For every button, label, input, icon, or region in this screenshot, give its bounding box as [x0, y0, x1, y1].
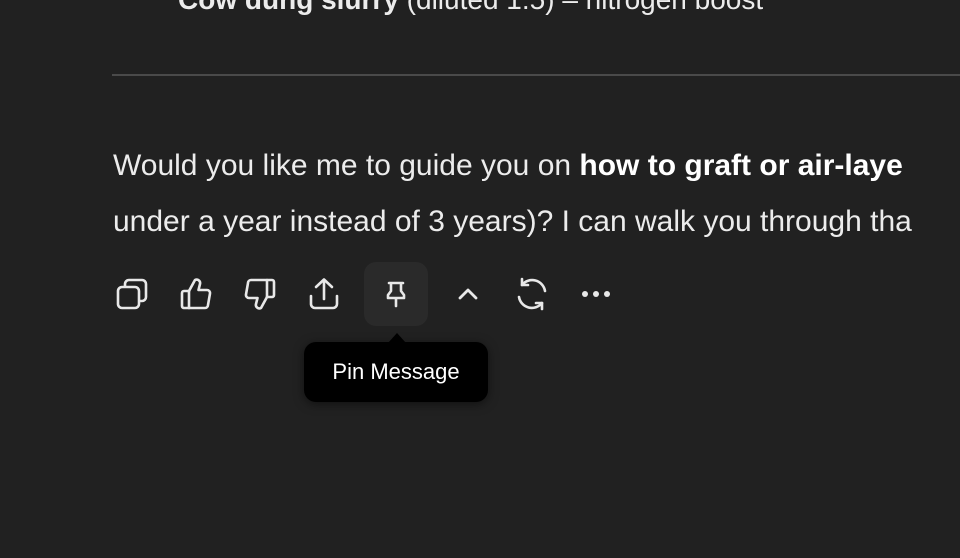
thumbs-up-button[interactable] [164, 262, 228, 326]
list-item-text: (diluted 1:5) – nitrogen boost [399, 0, 763, 15]
paragraph-text: Would you like me to guide you on [113, 149, 580, 182]
previous-list-item: Cow dung slurry (diluted 1:5) – nitrogen… [178, 0, 763, 14]
assistant-message-paragraph: Would you like me to guide you on how to… [113, 138, 960, 250]
pin-message-tooltip: Pin Message [304, 342, 488, 402]
thumbs-down-icon [244, 278, 276, 310]
chevron-up-icon [458, 288, 478, 300]
more-horizontal-icon [582, 291, 610, 297]
thumbs-up-icon [180, 278, 212, 310]
share-button[interactable] [292, 262, 356, 326]
paragraph-bold-text: how to graft or air-laye [579, 149, 903, 182]
share-icon [309, 278, 339, 310]
list-item-bold: Cow dung slurry [178, 0, 399, 15]
thumbs-down-button[interactable] [228, 262, 292, 326]
regenerate-button[interactable] [500, 262, 564, 326]
copy-icon [116, 278, 148, 310]
collapse-button[interactable] [436, 262, 500, 326]
tooltip-text: Pin Message [332, 359, 460, 384]
paragraph-text-line2: under a year instead of 3 years)? I can … [113, 205, 912, 238]
divider [112, 74, 960, 76]
more-actions-button[interactable] [564, 262, 628, 326]
copy-button[interactable] [100, 262, 164, 326]
pin-icon [386, 281, 406, 308]
pin-message-button[interactable] [364, 262, 428, 326]
refresh-icon [517, 277, 547, 311]
